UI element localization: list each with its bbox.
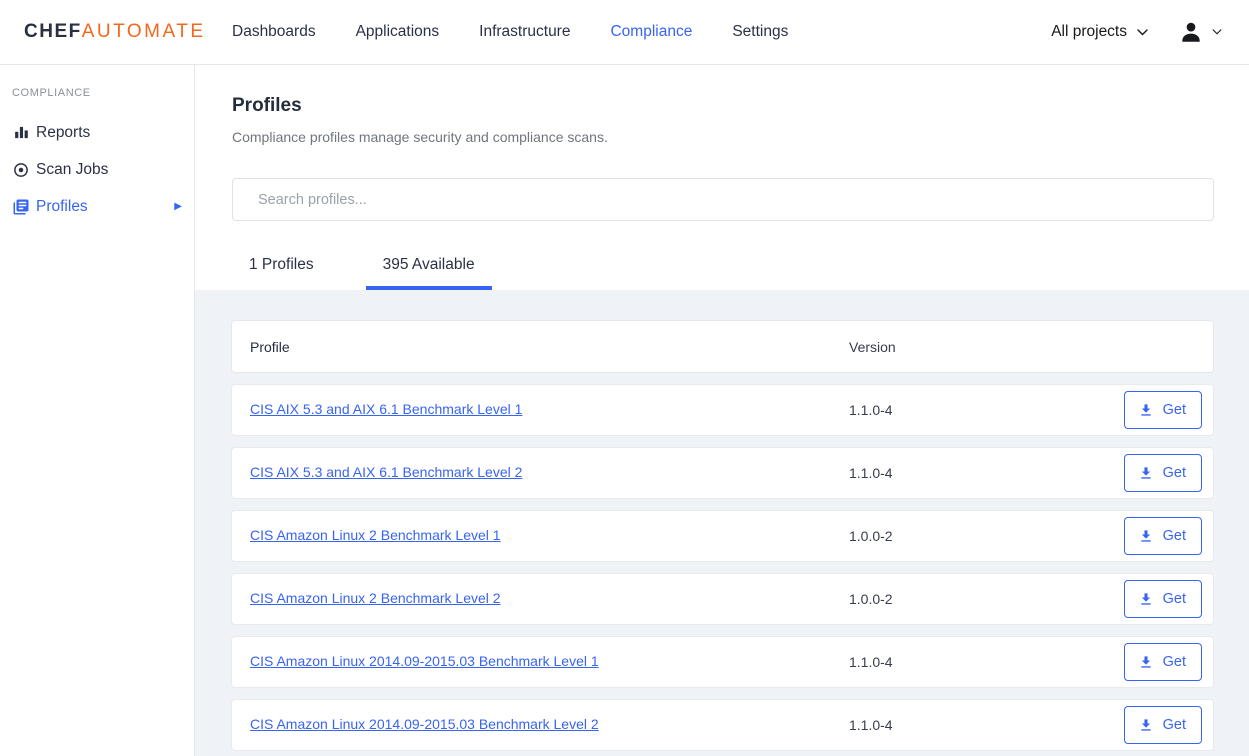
sidebar-section-label: COMPLIANCE [0, 87, 194, 99]
table-row: CIS Amazon Linux 2014.09-2015.03 Benchma… [231, 636, 1214, 688]
nav-item-applications[interactable]: Applications [356, 23, 440, 41]
projects-dropdown-label: All projects [1051, 23, 1127, 41]
logo-automate-text: AUTOMATE [82, 21, 206, 43]
top-navigation-bar: CHEFAUTOMATE Dashboards Applications Inf… [0, 0, 1249, 65]
profiles-tabs: 1 Profiles 395 Available [195, 240, 1249, 290]
nav-item-dashboards[interactable]: Dashboards [232, 23, 316, 41]
get-button-label: Get [1163, 717, 1186, 733]
sidebar-item-label: Reports [36, 124, 90, 142]
chef-automate-logo[interactable]: CHEFAUTOMATE [0, 21, 195, 43]
download-icon [1138, 654, 1154, 670]
sidebar-item-label: Scan Jobs [36, 161, 108, 179]
get-button-label: Get [1163, 528, 1186, 544]
get-button[interactable]: Get [1124, 391, 1202, 429]
logo-chef-text: CHEF [24, 21, 82, 43]
user-avatar-icon [1178, 19, 1204, 45]
chevron-down-icon [1137, 29, 1148, 36]
tab-available-profiles[interactable]: 395 Available [366, 240, 492, 290]
get-button[interactable]: Get [1124, 517, 1202, 555]
get-button-label: Get [1163, 402, 1186, 418]
get-button-label: Get [1163, 465, 1186, 481]
get-button-label: Get [1163, 591, 1186, 607]
expand-arrow-icon[interactable]: ▶ [174, 202, 182, 212]
profile-link[interactable]: CIS Amazon Linux 2014.09-2015.03 Benchma… [250, 653, 599, 669]
table-row: CIS AIX 5.3 and AIX 6.1 Benchmark Level … [231, 384, 1214, 436]
search-input[interactable] [232, 178, 1214, 221]
profile-cell: CIS Amazon Linux 2014.09-2015.03 Benchma… [232, 716, 849, 734]
action-cell: Get [1124, 580, 1213, 618]
page-subtitle: Compliance profiles manage security and … [232, 129, 1214, 145]
topbar-right: All projects [1051, 19, 1249, 45]
download-icon [1138, 528, 1154, 544]
sidebar-item-reports[interactable]: Reports [0, 114, 194, 151]
table-header-row: Profile Version [231, 320, 1214, 373]
sidebar-item-scan-jobs[interactable]: Scan Jobs [0, 151, 194, 188]
download-icon [1138, 591, 1154, 607]
get-button-label: Get [1163, 654, 1186, 670]
action-cell: Get [1124, 706, 1213, 744]
action-cell: Get [1124, 391, 1213, 429]
radar-icon [12, 161, 30, 179]
sidebar: COMPLIANCE Reports Scan Jobs [0, 65, 195, 756]
get-button[interactable]: Get [1124, 706, 1202, 744]
library-icon [12, 198, 30, 216]
profile-cell: CIS Amazon Linux 2 Benchmark Level 2 [232, 590, 849, 608]
profile-link[interactable]: CIS AIX 5.3 and AIX 6.1 Benchmark Level … [250, 401, 522, 417]
table-row: CIS Amazon Linux 2014.09-2015.03 Benchma… [231, 699, 1214, 751]
nav-item-infrastructure[interactable]: Infrastructure [479, 23, 570, 41]
profiles-table: Profile Version CIS AIX 5.3 and AIX 6.1 … [231, 320, 1214, 751]
version-cell: 1.0.0-2 [849, 528, 1124, 544]
profile-link[interactable]: CIS Amazon Linux 2014.09-2015.03 Benchma… [250, 716, 599, 732]
main-content: Profiles Compliance profiles manage secu… [195, 65, 1249, 756]
profile-cell: CIS AIX 5.3 and AIX 6.1 Benchmark Level … [232, 401, 849, 419]
profile-link[interactable]: CIS AIX 5.3 and AIX 6.1 Benchmark Level … [250, 464, 522, 480]
get-button[interactable]: Get [1124, 643, 1202, 681]
version-cell: 1.1.0-4 [849, 402, 1124, 418]
profiles-table-body: CIS AIX 5.3 and AIX 6.1 Benchmark Level … [231, 384, 1214, 751]
projects-dropdown[interactable]: All projects [1051, 23, 1148, 41]
action-cell: Get [1124, 517, 1213, 555]
table-row: CIS AIX 5.3 and AIX 6.1 Benchmark Level … [231, 447, 1214, 499]
version-cell: 1.1.0-4 [849, 654, 1124, 670]
sidebar-item-label: Profiles [36, 198, 88, 216]
action-cell: Get [1124, 454, 1213, 492]
page-title: Profiles [232, 95, 1214, 117]
profile-link[interactable]: CIS Amazon Linux 2 Benchmark Level 2 [250, 590, 501, 606]
column-header-profile: Profile [232, 339, 849, 355]
profile-cell: CIS AIX 5.3 and AIX 6.1 Benchmark Level … [232, 464, 849, 482]
nav-item-compliance[interactable]: Compliance [610, 23, 692, 41]
download-icon [1138, 402, 1154, 418]
get-button[interactable]: Get [1124, 580, 1202, 618]
profile-cell: CIS Amazon Linux 2014.09-2015.03 Benchma… [232, 653, 849, 671]
tab-my-profiles[interactable]: 1 Profiles [232, 240, 331, 290]
profiles-panel: Profile Version CIS AIX 5.3 and AIX 6.1 … [195, 290, 1249, 756]
nav-item-settings[interactable]: Settings [732, 23, 788, 41]
table-row: CIS Amazon Linux 2 Benchmark Level 1 1.0… [231, 510, 1214, 562]
sidebar-item-profiles[interactable]: Profiles ▶ [0, 188, 194, 225]
action-cell: Get [1124, 643, 1213, 681]
main-nav: Dashboards Applications Infrastructure C… [232, 23, 788, 41]
table-row: CIS Amazon Linux 2 Benchmark Level 2 1.0… [231, 573, 1214, 625]
get-button[interactable]: Get [1124, 454, 1202, 492]
version-cell: 1.1.0-4 [849, 465, 1124, 481]
profile-link[interactable]: CIS Amazon Linux 2 Benchmark Level 1 [250, 527, 501, 543]
profile-cell: CIS Amazon Linux 2 Benchmark Level 1 [232, 527, 849, 545]
bar-chart-icon [12, 124, 30, 142]
user-menu[interactable] [1178, 19, 1223, 45]
version-cell: 1.0.0-2 [849, 591, 1124, 607]
version-cell: 1.1.0-4 [849, 717, 1124, 733]
column-header-version: Version [849, 339, 1213, 355]
download-icon [1138, 465, 1154, 481]
download-icon [1138, 717, 1154, 733]
chevron-down-icon [1212, 29, 1223, 36]
